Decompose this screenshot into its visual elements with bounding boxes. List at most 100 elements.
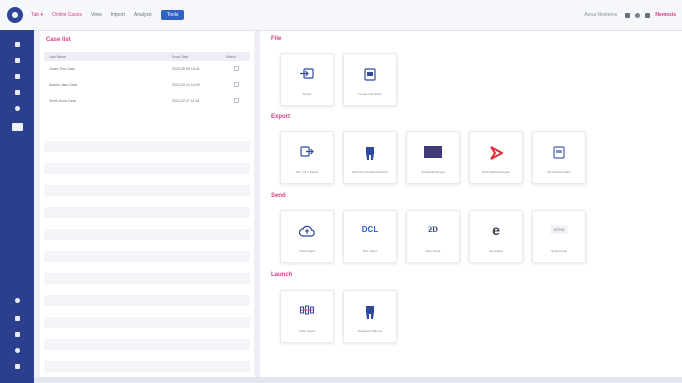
scan-send-tile[interactable]: ƻD Scan Send (406, 210, 460, 263)
case-table-header: Last Name Scan Date Select (44, 52, 250, 61)
top-bar-right: Anna Nesterov Nemesis (584, 12, 676, 18)
portal-icon: SEND (550, 225, 568, 234)
lab-order-tile[interactable]: Create Lab Order (343, 53, 397, 106)
logout-icon[interactable] (15, 364, 20, 369)
cloud-send-label: Cloud Send (299, 249, 315, 253)
ortho-studio-tile[interactable]: Ortho Studio (280, 290, 334, 343)
select-checkbox[interactable] (234, 82, 239, 87)
table-row[interactable]: Jones Tom Case 2023-05-08 16:41 (44, 63, 250, 75)
treatment-planner-icon (364, 305, 376, 320)
empty-row (44, 207, 250, 218)
scan-send-label: Scan Send (425, 249, 441, 253)
tab-online-cases[interactable]: Online Cases (52, 12, 82, 18)
portal-icon-text: SEND (553, 227, 565, 232)
case-name: Jones Tom Case (49, 67, 76, 71)
treatment-planner-label: Treatment Planner (357, 329, 383, 333)
send-easy-label: Send Easy (488, 249, 504, 253)
app-logo-icon[interactable] (7, 7, 23, 23)
tab-view[interactable]: View (91, 12, 102, 18)
patient-icon[interactable] (15, 58, 20, 63)
case-list-panel: Case list Last Name Scan Date Select Jon… (40, 31, 254, 377)
import-tile[interactable]: Import (280, 53, 334, 106)
import-label: Import (302, 92, 312, 96)
case-date: 2023-05-08 16:41 (172, 67, 200, 71)
planning-export-icon (364, 146, 376, 161)
stl-export-icon (300, 146, 314, 157)
tools-panel: File Import Create Lab Order Export STL … (260, 31, 682, 377)
e-icon-text: e (492, 222, 500, 238)
section-send-title: Send (271, 193, 286, 199)
dcl-send-tile[interactable]: DCL DCL Send (343, 210, 397, 263)
dcl-icon-text: DCL (361, 225, 379, 234)
planning-export-label: Planning Treatment Export (352, 170, 388, 174)
empty-row (44, 229, 250, 240)
planner-tile[interactable]: Ortho Planner Export (469, 131, 523, 184)
dcl-send-label: DCL Send (363, 249, 377, 253)
tab-import[interactable]: Import (111, 12, 125, 18)
section-file-title: File (271, 36, 282, 42)
tab-menu[interactable]: Tab ▾ (31, 12, 43, 18)
help-icon[interactable] (635, 12, 641, 18)
smartcad-icon (424, 146, 442, 158)
tab-tools[interactable]: Tools (160, 10, 185, 20)
planning-export-tile[interactable]: Planning Treatment Export (343, 131, 397, 184)
empty-row (44, 361, 250, 372)
phone-icon[interactable] (15, 332, 20, 337)
column-scan-date[interactable]: Scan Date (172, 55, 188, 59)
globe-icon[interactable] (15, 298, 20, 303)
select-checkbox[interactable] (234, 98, 239, 103)
scan-icon[interactable] (15, 74, 20, 79)
lab-order-label: Create Lab Order (358, 92, 382, 96)
stl-export-tile[interactable]: STL / PLY Export (280, 131, 334, 184)
send-portal-tile[interactable]: SEND Send Portal (532, 210, 586, 263)
empty-row (44, 295, 250, 306)
table-row[interactable]: Adams Jack Case 2023-03-10 14:09 (44, 79, 250, 91)
tools-rail-icon[interactable] (12, 123, 23, 131)
scan-send-icon-text: ƻD (428, 225, 438, 234)
case-list-title: Case list (46, 37, 71, 43)
case-name: Adams Jack Case (49, 83, 78, 87)
ortho-studio-label: Ortho Studio (298, 329, 316, 333)
case-name: Smith Anna Case (49, 99, 77, 103)
icon-rail (0, 30, 34, 383)
treatment-planner-tile[interactable]: Treatment Planner (343, 290, 397, 343)
settings-rail-icon[interactable] (15, 106, 20, 111)
empty-row (44, 185, 250, 196)
status-bar (34, 377, 682, 383)
planner-icon (489, 146, 503, 160)
user-name[interactable]: Anna Nesterov (584, 12, 617, 18)
case-date: 2023-02-17 11:34 (172, 99, 200, 103)
data-folder-tile[interactable]: Send Data Folder (532, 131, 586, 184)
section-launch-title: Launch (271, 272, 293, 278)
e-icon: e (492, 222, 500, 238)
empty-row (44, 251, 250, 262)
column-select[interactable]: Select (226, 55, 236, 59)
send-easy-tile[interactable]: e Send Easy (469, 210, 523, 263)
tab-analyze[interactable]: Analyze (134, 12, 152, 18)
list-icon[interactable] (15, 90, 20, 95)
chat-icon[interactable] (15, 316, 20, 321)
settings-icon[interactable] (625, 12, 631, 18)
cloud-send-tile[interactable]: Cloud Send (280, 210, 334, 263)
table-row[interactable]: Smith Anna Case 2023-02-17 11:34 (44, 95, 250, 107)
case-date: 2023-03-10 14:09 (172, 83, 200, 87)
planner-label: Ortho Planner Export (481, 170, 511, 174)
dcl-icon: DCL (362, 225, 378, 234)
import-icon (300, 68, 314, 79)
stl-export-label: STL / PLY Export (295, 170, 319, 174)
ortho-studio-icon (299, 305, 315, 315)
empty-row (44, 141, 250, 152)
empty-row (44, 273, 250, 284)
info-icon[interactable] (15, 348, 20, 353)
window-icon[interactable] (645, 12, 651, 18)
home-icon[interactable] (15, 42, 20, 47)
smartcad-tile[interactable]: SmartCAD Export (406, 131, 460, 184)
scan-send-icon: ƻD (428, 225, 438, 234)
lab-order-icon (364, 68, 376, 81)
empty-row (44, 317, 250, 328)
data-folder-label: Send Data Folder (547, 170, 571, 174)
send-portal-label: Send Portal (551, 249, 567, 253)
empty-row (44, 339, 250, 350)
select-checkbox[interactable] (234, 66, 239, 71)
column-last-name[interactable]: Last Name (49, 55, 66, 59)
